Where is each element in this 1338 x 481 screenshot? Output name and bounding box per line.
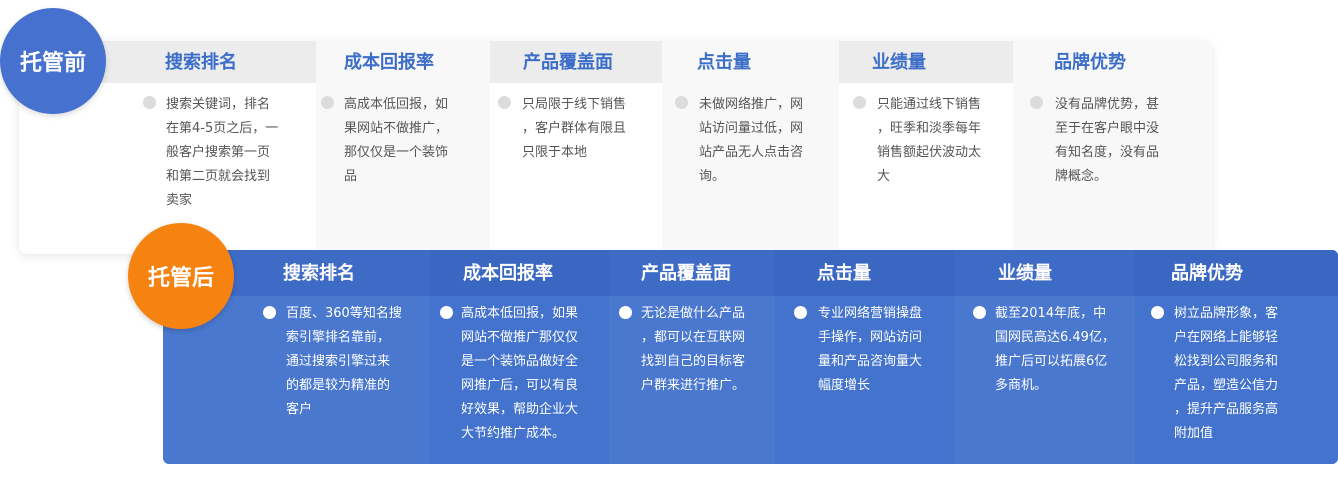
bullet-dot-icon <box>794 306 807 319</box>
after-col-product-coverage: 产品覆盖面 无论是做什么产品 ，都可以在互联网 找到自己的目标客 户群来进行推广… <box>609 250 775 464</box>
after-col-performance: 业绩量 截至2014年底，中 国网民高达6.49亿， 推广后可以拓展6亿 多商机… <box>955 250 1135 464</box>
after-col-clicks: 点击量 专业网络营销操盘 手操作，网站访问 量和产品咨询量大 幅度增长 <box>775 250 955 464</box>
bullet-dot-icon <box>1030 96 1043 109</box>
before-col-clicks: 点击量 未做网络推广，网 站访问量过低，网 站产品无人点击咨 询。 <box>662 41 839 254</box>
bullet-dot-icon <box>440 306 453 319</box>
after-col-cost-return: 成本回报率 高成本低回报，如果 网站不做推广那仅仅 是一个装饰品做好全 网推广后… <box>430 250 609 464</box>
before-col-body: 没有品牌优势，甚 至于在客户眼中没 有知名度，没有品 牌概念。 <box>1055 97 1160 184</box>
before-col-product-coverage: 产品覆盖面 只局限于线下销售 ，客户群体有限且 只限于本地 <box>490 41 662 254</box>
after-col-body: 专业网络营销操盘 手操作，网站访问 量和产品咨询量大 幅度增长 <box>818 306 923 393</box>
bullet-dot-icon <box>619 306 632 319</box>
before-col-body: 只局限于线下销售 ，客户群体有限且 只限于本地 <box>522 97 627 160</box>
bullet-dot-icon <box>143 96 156 109</box>
before-col-body: 未做网络推广，网 站访问量过低，网 站产品无人点击咨 询。 <box>699 97 804 184</box>
before-col-search-ranking: 搜索排名 搜索关键词，排名 在第4-5页之后，一 般客户搜索第一页 和第二页就会… <box>139 41 316 254</box>
after-col-body: 无论是做什么产品 ，都可以在互联网 找到自己的目标客 户群来进行推广。 <box>641 306 746 393</box>
bullet-dot-icon <box>498 96 511 109</box>
bullet-dot-icon <box>973 306 986 319</box>
before-col-body: 高成本低回报，如 果网站不做推广， 那仅仅是一个装饰 品 <box>344 97 449 184</box>
before-panel: 搜索排名 搜索关键词，排名 在第4-5页之后，一 般客户搜索第一页 和第二页就会… <box>19 41 1212 254</box>
after-panel: 搜索排名 百度、360等知名搜 索引擎排名靠前， 通过搜索引擎过来 的都是较为精… <box>163 250 1338 464</box>
before-col-performance: 业绩量 只能通过线下销售 ，旺季和淡季每年 销售额起伏波动太 大 <box>839 41 1013 254</box>
after-col-body: 高成本低回报，如果 网站不做推广那仅仅 是一个装饰品做好全 网推广后，可以有良 … <box>461 306 579 441</box>
after-badge: 托管后 <box>128 223 234 329</box>
bullet-dot-icon <box>1151 306 1164 319</box>
bullet-dot-icon <box>675 96 688 109</box>
bullet-dot-icon <box>321 96 334 109</box>
before-col-body: 只能通过线下销售 ，旺季和淡季每年 销售额起伏波动太 大 <box>877 97 982 184</box>
before-col-cost-return: 成本回报率 高成本低回报，如 果网站不做推广， 那仅仅是一个装饰 品 <box>316 41 490 254</box>
after-col-brand: 品牌优势 树立品牌形象，客 户在网络上能够轻 松找到公司服务和 产品，塑造公信力… <box>1135 250 1338 464</box>
before-col-title: 品牌优势 <box>1054 52 1126 73</box>
before-badge: 托管前 <box>0 8 106 114</box>
after-col-body: 树立品牌形象，客 户在网络上能够轻 松找到公司服务和 产品，塑造公信力 ，提升产… <box>1174 306 1279 441</box>
bullet-dot-icon <box>853 96 866 109</box>
after-col-title: 品牌优势 <box>1171 263 1243 284</box>
before-col-body: 搜索关键词，排名 在第4-5页之后，一 般客户搜索第一页 和第二页就会找到 卖家 <box>166 97 279 208</box>
after-col-body: 截至2014年底，中 国网民高达6.49亿， 推广后可以拓展6亿 多商机。 <box>995 306 1115 393</box>
after-col-body: 百度、360等知名搜 索引擎排名靠前， 通过搜索引擎过来 的都是较为精准的 客户 <box>286 306 402 417</box>
before-col-brand: 品牌优势 没有品牌优势，甚 至于在客户眼中没 有知名度，没有品 牌概念。 <box>1013 41 1212 254</box>
bullet-dot-icon <box>263 306 276 319</box>
after-col-search-ranking: 搜索排名 百度、360等知名搜 索引擎排名靠前， 通过搜索引擎过来 的都是较为精… <box>253 250 430 464</box>
